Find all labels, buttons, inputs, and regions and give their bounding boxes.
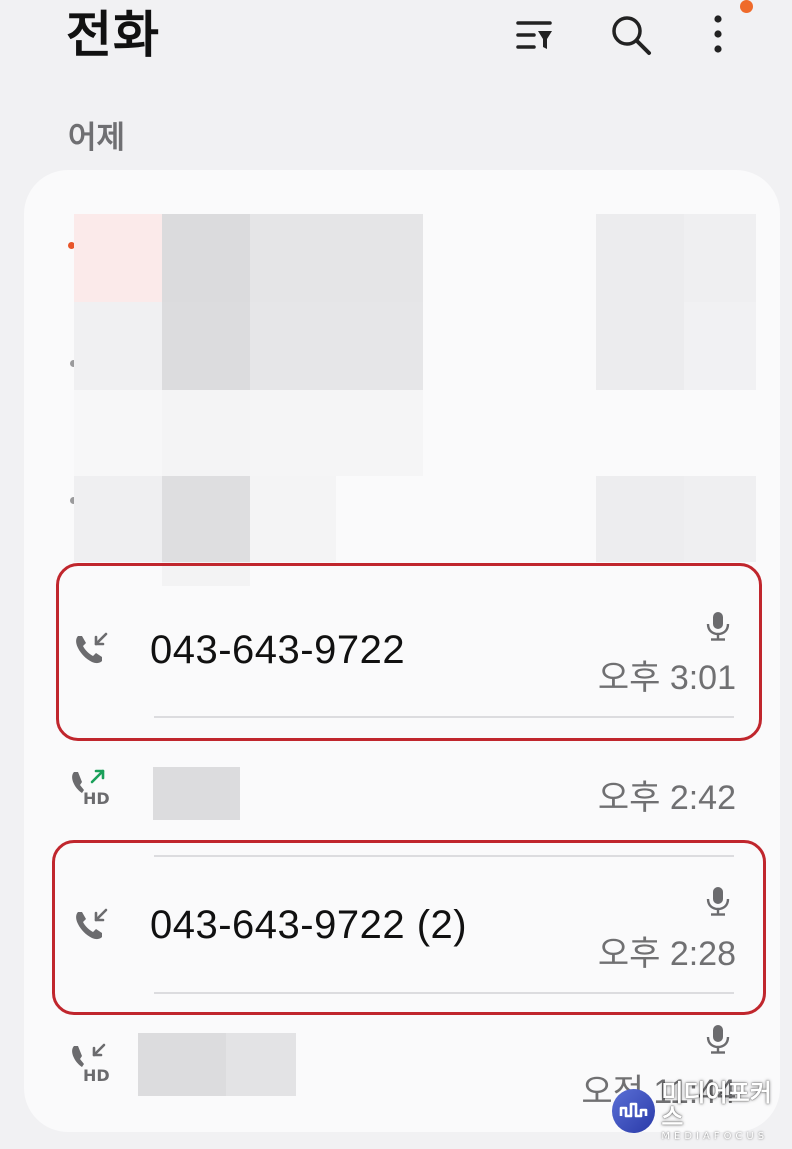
caller-number: 043-643-9722 (2) <box>150 903 468 947</box>
watermark-logo-icon <box>612 1089 656 1133</box>
blurred-block <box>74 214 162 302</box>
section-date-label: 어제 <box>68 120 126 156</box>
obscured-caller-name <box>153 767 240 820</box>
blurred-block <box>74 476 162 562</box>
blurred-block <box>596 302 684 390</box>
hd-badge: HD <box>83 1066 110 1085</box>
row-divider <box>154 716 734 718</box>
caller-number: 043-643-9722 <box>150 628 406 672</box>
notification-dot <box>740 0 753 13</box>
blurred-block <box>162 390 250 476</box>
blurred-block <box>74 302 162 390</box>
blurred-block <box>162 476 250 562</box>
blurred-block <box>250 302 423 390</box>
blurred-block <box>596 214 684 302</box>
row-divider <box>154 855 734 857</box>
obscured-caller-name <box>226 1033 296 1096</box>
row-divider <box>154 992 734 994</box>
page-title: 전화 <box>66 6 160 64</box>
blurred-block <box>684 476 756 562</box>
blurred-block <box>74 390 162 476</box>
blurred-block <box>684 214 756 302</box>
blurred-block <box>162 214 250 302</box>
incoming-call-icon <box>72 906 112 950</box>
hd-badge: HD <box>83 789 110 808</box>
blurred-block <box>250 214 423 302</box>
blurred-block <box>596 476 684 562</box>
more-options-icon[interactable] <box>694 12 742 58</box>
incoming-call-icon <box>72 630 112 674</box>
search-icon[interactable] <box>607 12 655 58</box>
recording-mic-icon <box>705 885 731 921</box>
call-time: 오후 2:28 <box>597 935 736 973</box>
watermark-subtext: MEDIAFOCUS <box>661 1130 769 1142</box>
call-time: 오후 3:01 <box>597 659 736 697</box>
watermark: 미디어포커스 MEDIAFOCUS <box>612 1081 792 1141</box>
filter-icon[interactable] <box>510 12 558 58</box>
obscured-caller-name <box>138 1033 226 1096</box>
blurred-block <box>162 302 250 390</box>
recording-mic-icon <box>705 610 731 646</box>
recording-mic-icon <box>705 1023 731 1059</box>
call-time: 오후 2:42 <box>597 779 736 817</box>
blurred-block <box>684 302 756 390</box>
watermark-text: 미디어포커스 <box>661 1078 772 1131</box>
blurred-block <box>250 476 336 562</box>
blurred-block <box>250 390 423 476</box>
